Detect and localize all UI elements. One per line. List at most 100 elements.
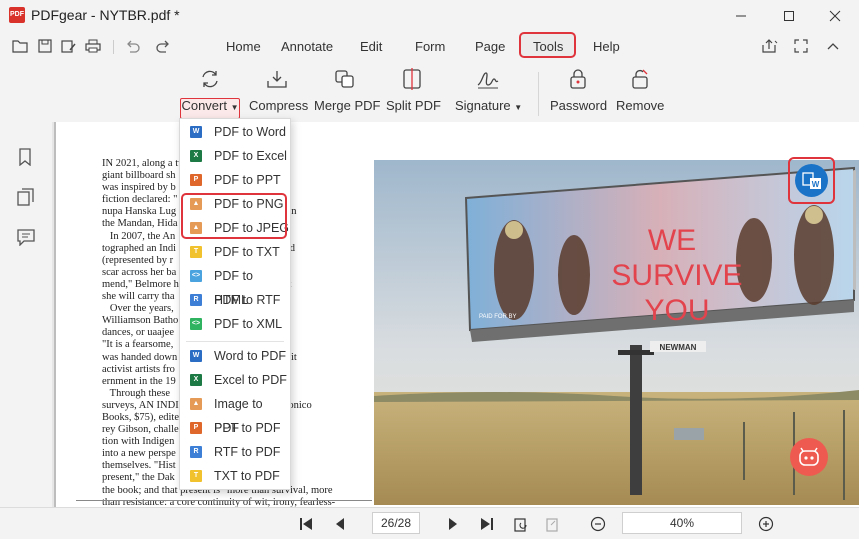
tab-help[interactable]: Help — [593, 39, 620, 54]
open-folder-button[interactable] — [11, 37, 29, 55]
last-page-icon — [481, 518, 493, 530]
zoom-in-icon — [758, 516, 774, 532]
tab-annotate[interactable]: Annotate — [281, 39, 333, 54]
rotate-right-button[interactable] — [543, 514, 563, 534]
last-page-button[interactable] — [477, 514, 497, 534]
article-line: than resistance: a core continuity of wi… — [102, 496, 336, 507]
page-number-input[interactable]: 26/28 — [372, 512, 420, 534]
tools-ribbon: Convert ▼ Compress Merge PDF Split PDF S… — [0, 60, 859, 122]
first-page-button[interactable] — [296, 514, 316, 534]
ai-assistant-button[interactable] — [790, 438, 828, 476]
zoom-level-input[interactable]: 40% — [622, 512, 742, 534]
convert-menu-item[interactable]: X PDF to Excel — [180, 144, 290, 168]
convert-menu-item[interactable]: T PDF to TXT — [180, 240, 290, 264]
tab-edit[interactable]: Edit — [360, 39, 382, 54]
split-icon — [403, 68, 421, 90]
window-title: PDFgear - NYTBR.pdf * — [31, 7, 180, 23]
rotate-button[interactable] — [511, 514, 531, 534]
remove-label: Remove — [616, 98, 665, 113]
convert-menu-item[interactable]: R PDF to RTF — [180, 288, 290, 312]
svg-text:W: W — [811, 180, 819, 189]
merge-icon — [335, 70, 354, 88]
png-jpeg-highlight — [181, 193, 287, 239]
convert-menu-item[interactable]: R RTF to PDF — [180, 440, 290, 464]
signature-button[interactable]: Signature ▼ — [455, 60, 522, 120]
tab-home[interactable]: Home — [226, 39, 261, 54]
remove-button[interactable]: Remove — [616, 60, 664, 120]
folder-icon — [12, 40, 28, 53]
convert-menu-label: RTF to PDF — [214, 445, 281, 459]
convert-menu-item[interactable]: T TXT to PDF — [180, 464, 290, 488]
redo-button[interactable] — [154, 37, 172, 55]
maximize-button[interactable] — [766, 0, 812, 32]
convert-dropdown-menu: W PDF to Word X PDF to Excel P PDF to PPT ▲ PDF… — [179, 118, 291, 490]
close-button[interactable] — [812, 0, 858, 32]
convert-menu-item[interactable]: W PDF to Word — [180, 120, 290, 144]
convert-menu-item[interactable]: W Word to PDF — [180, 344, 290, 368]
file-type-icon: X — [190, 150, 202, 162]
password-button[interactable]: Password — [550, 60, 608, 120]
file-type-icon: P — [190, 174, 202, 186]
bookmark-icon — [19, 148, 31, 167]
maximize-icon — [784, 11, 794, 21]
bookmark-button[interactable] — [17, 148, 35, 167]
print-button[interactable] — [84, 37, 102, 55]
split-pdf-button[interactable]: Split PDF — [386, 60, 441, 120]
document-viewer[interactable]: IN 2021, along a tw an, N.D., agiant bil… — [52, 122, 859, 507]
convert-menu-item[interactable]: P PDF to PPT — [180, 168, 290, 192]
next-icon — [449, 518, 457, 530]
tab-form[interactable]: Form — [415, 39, 445, 54]
previous-icon — [336, 518, 344, 530]
file-type-icon: X — [190, 374, 202, 386]
next-page-button[interactable] — [443, 514, 463, 534]
pdf-to-word-floating-highlight: W — [788, 157, 835, 204]
pages-button[interactable] — [17, 188, 35, 206]
previous-page-button[interactable] — [330, 514, 350, 534]
convert-menu-item[interactable]: <> PDF to HTML — [180, 264, 290, 307]
merge-pdf-label: Merge PDF — [314, 98, 381, 113]
pdf-to-word-floating-button[interactable]: W — [795, 164, 828, 197]
file-type-icon: ▲ — [190, 398, 202, 410]
comments-button[interactable] — [17, 228, 35, 247]
undo-button[interactable] — [124, 37, 142, 55]
convert-word-icon: W — [801, 171, 821, 189]
title-bar: PDF PDFgear - NYTBR.pdf * — [0, 0, 859, 32]
convert-menu-item[interactable]: <> PDF to XML — [180, 312, 290, 336]
minimize-button[interactable] — [718, 0, 764, 32]
vertical-scrollbar[interactable] — [853, 170, 856, 290]
comment-icon — [17, 229, 35, 247]
convert-menu-label: Excel to PDF — [214, 373, 287, 387]
share-button[interactable] — [760, 37, 778, 55]
file-type-icon: <> — [190, 270, 202, 282]
convert-menu-item[interactable]: X Excel to PDF — [180, 368, 290, 392]
merge-pdf-button[interactable]: Merge PDF — [314, 60, 381, 120]
page-rule — [76, 500, 372, 501]
chevron-down-icon: ▼ — [230, 103, 239, 112]
split-pdf-label: Split PDF — [386, 98, 441, 113]
pdf-page: IN 2021, along a tw an, N.D., agiant bil… — [54, 122, 859, 507]
billboard-brand: NEWMAN — [660, 343, 697, 352]
save-as-icon — [61, 40, 76, 53]
ribbon-divider — [538, 72, 539, 116]
collapse-ribbon-button[interactable] — [824, 37, 842, 55]
convert-button[interactable]: Convert ▼ — [181, 60, 239, 120]
close-icon — [829, 10, 841, 22]
save-button[interactable] — [36, 37, 54, 55]
chevron-up-icon — [827, 43, 839, 50]
password-label: Password — [550, 98, 608, 113]
convert-menu-item[interactable]: P PPT to PDF — [180, 416, 290, 440]
tab-tools[interactable]: Tools — [533, 39, 563, 54]
file-type-icon: T — [190, 246, 202, 258]
tab-page[interactable]: Page — [475, 39, 505, 54]
convert-menu-item[interactable]: ▲ Image to PDF — [180, 392, 290, 435]
billboard-image: WE SURVIVE YOU NEWMAN PAID FOR BY — [374, 160, 859, 505]
save-as-button[interactable] — [60, 37, 78, 55]
compress-button[interactable]: Compress — [249, 60, 308, 120]
convert-label: Convert — [181, 98, 227, 113]
file-type-icon: <> — [190, 318, 202, 330]
zoom-in-button[interactable] — [756, 514, 776, 534]
file-type-icon: R — [190, 446, 202, 458]
fullscreen-button[interactable] — [792, 37, 810, 55]
billboard-text-survive: SURVIVE — [611, 259, 742, 292]
zoom-out-button[interactable] — [588, 514, 608, 534]
